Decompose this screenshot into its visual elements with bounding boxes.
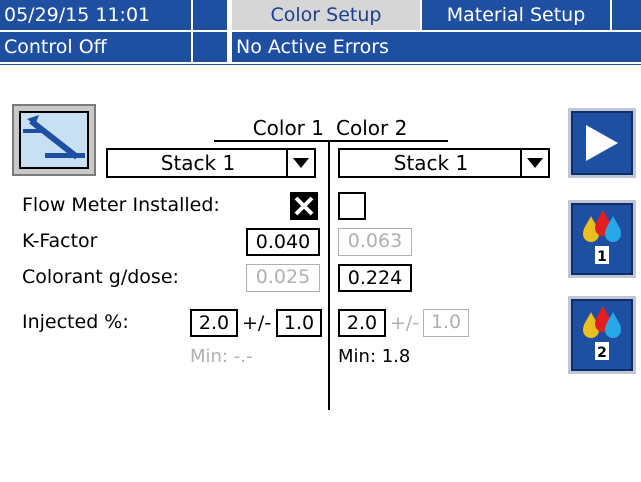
color1-tolerance-input[interactable]: 1.0 — [276, 309, 322, 337]
colorant-label: Colorant g/dose: — [22, 266, 179, 288]
checkmark-x-icon — [294, 196, 314, 216]
status-indicator-1 — [193, 0, 227, 30]
play-arrow-icon — [586, 125, 618, 161]
chevron-down-icon — [286, 150, 314, 176]
pump-icon — [19, 111, 89, 169]
flow-meter-label: Flow Meter Installed: — [22, 194, 220, 216]
chevron-down-icon — [520, 150, 548, 176]
status-indicator-2 — [193, 32, 227, 62]
colorant-drops-icon: 1 — [583, 210, 621, 265]
color2-colorant-input[interactable]: 0.224 — [338, 264, 412, 292]
kfactor-label: K-Factor — [22, 230, 98, 252]
tab-next[interactable] — [612, 0, 641, 30]
column-divider — [328, 142, 330, 410]
color2-header: Color 2 — [336, 116, 408, 140]
header-rule — [0, 64, 641, 65]
next-button[interactable] — [568, 108, 636, 178]
color2-tolerance-input[interactable]: 1.0 — [423, 309, 469, 337]
color2-button[interactable]: 2 — [568, 296, 636, 374]
color2-min-value: Min: 1.8 — [338, 346, 411, 367]
colorant-drops-icon: 2 — [583, 306, 621, 361]
header-underline — [214, 140, 448, 142]
color1-stack-select[interactable]: Stack 1 — [106, 148, 316, 178]
screen-toggle-button[interactable] — [12, 104, 96, 176]
color2-flow-meter-checkbox[interactable] — [338, 192, 366, 220]
color1-flow-meter-checkbox[interactable] — [290, 192, 318, 220]
color1-colorant-input[interactable]: 0.025 — [246, 264, 320, 292]
color1-button-number: 1 — [597, 249, 607, 265]
datetime-display: 05/29/15 11:01 — [0, 0, 191, 30]
tab-material-setup[interactable]: Material Setup — [422, 0, 610, 30]
color1-button[interactable]: 1 — [568, 200, 636, 278]
color1-kfactor-input[interactable]: 0.040 — [246, 228, 320, 256]
color1-header: Color 1 — [252, 116, 324, 140]
color2-tolerance-sep: +/- — [390, 312, 420, 334]
color2-stack-value: Stack 1 — [393, 151, 469, 175]
color2-injected-input[interactable]: 2.0 — [338, 309, 386, 337]
color1-min-value: Min: -.- — [190, 346, 253, 367]
color2-kfactor-input[interactable]: 0.063 — [338, 228, 412, 256]
color1-stack-value: Stack 1 — [160, 151, 236, 175]
color2-button-number: 2 — [597, 345, 607, 361]
injected-label: Injected %: — [22, 311, 129, 333]
color1-tolerance-sep: +/- — [242, 312, 272, 334]
error-status: No Active Errors — [232, 32, 641, 62]
control-state: Control Off — [0, 32, 191, 62]
color1-injected-input[interactable]: 2.0 — [190, 309, 238, 337]
tab-color-setup[interactable]: Color Setup — [232, 0, 420, 30]
color2-stack-select[interactable]: Stack 1 — [338, 148, 550, 178]
